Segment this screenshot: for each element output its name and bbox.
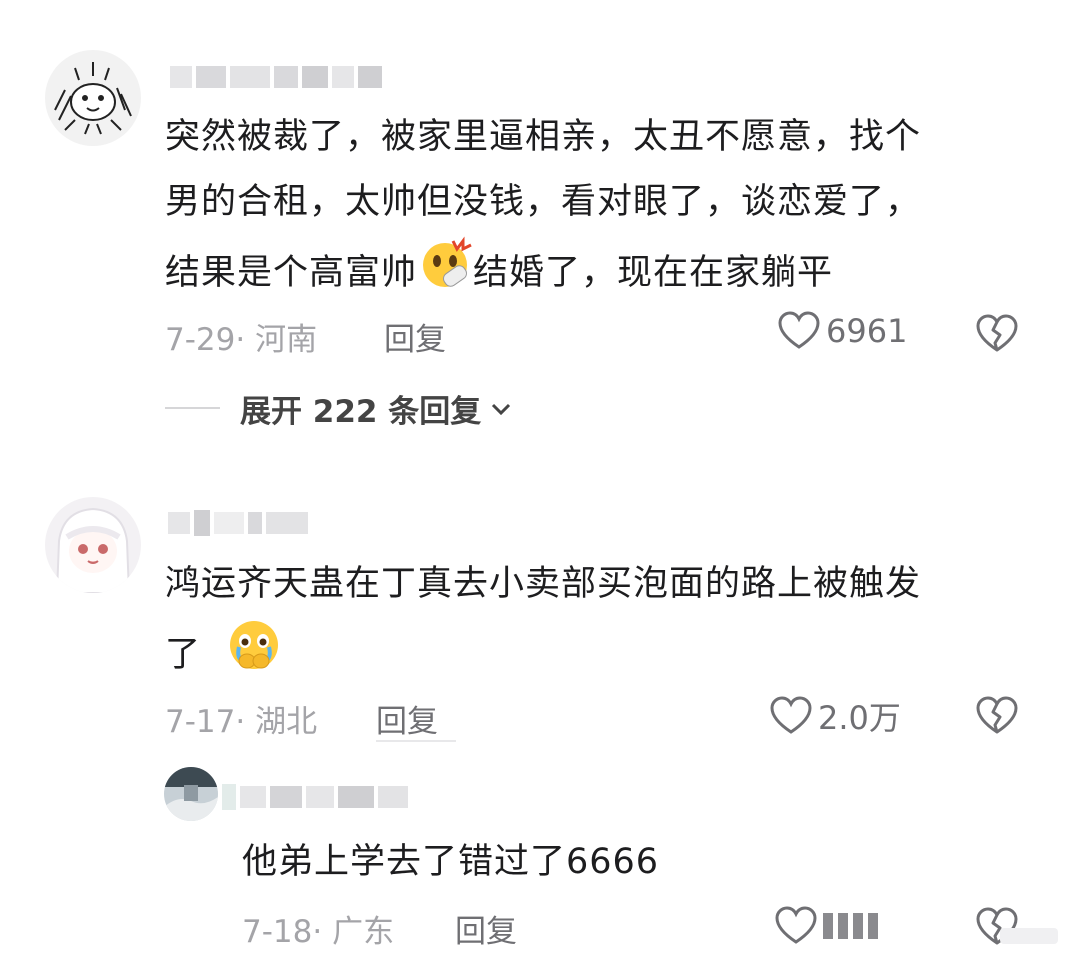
comment-line: 男的合租，太帅但没钱，看对眼了，谈恋爱了，: [165, 182, 922, 222]
like-button[interactable]: [775, 906, 878, 946]
like-count: 6961: [826, 312, 908, 350]
username-blurred[interactable]: [170, 66, 382, 88]
reply-meta: 7-18· 广东: [242, 914, 395, 950]
comment-line: 突然被裁了，被家里逼相亲，太丑不愿意，找个: [165, 117, 922, 157]
like-button[interactable]: 6961: [778, 311, 907, 351]
comment-meta: 7-29· 河南: [165, 322, 318, 358]
comment-line: 结果是个高富帅 结婚了，现在在家躺平: [165, 235, 1025, 313]
cartoon-sketch-avatar-icon: [45, 50, 141, 146]
comment-line: 鸿运齐天蛊在丁真去小卖部买泡面的路上被触发: [165, 564, 922, 604]
comment-location: 河南: [255, 322, 318, 358]
comment-text: 突然被裁了，被家里逼相亲，太丑不愿意，找个 男的合租，太帅但没钱，看对眼了，谈恋…: [165, 105, 1025, 313]
watermark-blur: [1000, 928, 1058, 944]
heart-icon: [778, 311, 820, 349]
dislike-button[interactable]: [975, 695, 1019, 735]
reply-underline: [376, 740, 456, 742]
avatar[interactable]: [45, 50, 141, 146]
broken-heart-icon: [976, 696, 1018, 734]
reply-button[interactable]: 回复: [376, 696, 438, 741]
comment-line: 了: [165, 617, 1025, 695]
crying-cover-mouth-emoji-icon: [225, 617, 283, 695]
reply-button[interactable]: 回复: [455, 906, 517, 951]
expand-replies-button[interactable]: 展开 222 条回复: [240, 386, 513, 431]
dislike-button[interactable]: [975, 313, 1019, 353]
chevron-down-icon: [492, 403, 511, 415]
comment-meta: 7-17· 湖北: [165, 704, 318, 740]
username-blurred[interactable]: [168, 510, 308, 536]
heart-icon: [770, 696, 812, 734]
anime-girl-avatar-icon: [45, 497, 141, 593]
comment-text: 鸿运齐天蛊在丁真去小卖部买泡面的路上被触发 了: [165, 552, 1025, 695]
shocked-emoji-icon: [417, 235, 473, 313]
expand-divider: [165, 407, 220, 409]
avatar[interactable]: [164, 767, 218, 821]
like-count-obscured: [823, 913, 878, 939]
expand-replies-label: 展开 222 条回复: [240, 394, 482, 430]
like-count: 2.0万: [818, 699, 901, 737]
like-button[interactable]: 2.0万: [770, 693, 901, 739]
reply-date: 7-18: [242, 914, 313, 950]
comment-date: 7-29: [165, 322, 236, 358]
broken-heart-icon: [976, 314, 1018, 352]
landscape-avatar-icon: [164, 767, 218, 821]
heart-icon: [775, 906, 817, 944]
comment-date: 7-17: [165, 704, 236, 740]
reply-text: 他弟上学去了错过了6666: [242, 842, 660, 882]
reply-button[interactable]: 回复: [384, 314, 446, 359]
avatar[interactable]: [45, 497, 141, 593]
reply-location: 广东: [332, 914, 395, 950]
username-blurred[interactable]: [222, 784, 408, 810]
comment-location: 湖北: [255, 704, 318, 740]
